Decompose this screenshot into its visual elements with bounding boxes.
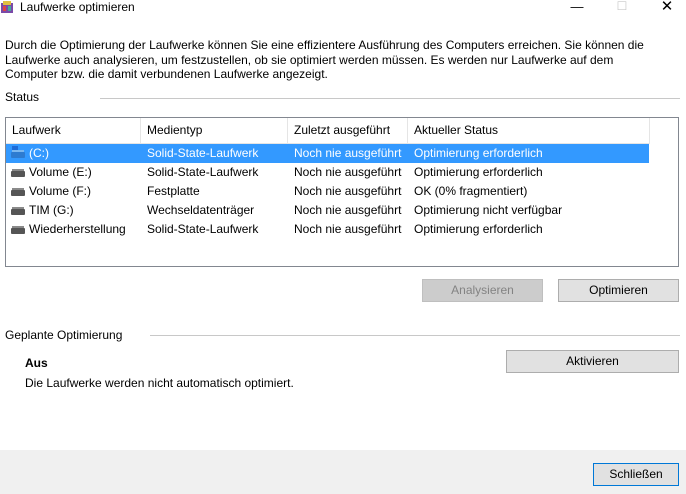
status-section-label: Status [5, 90, 40, 104]
drive-name: (C:) [29, 146, 49, 160]
drive-status: Optimierung erforderlich [414, 165, 543, 179]
optimize-button[interactable]: Optimieren [558, 279, 679, 302]
drive-status: Optimierung erforderlich [414, 222, 543, 236]
drive-last-run: Noch nie ausgeführt [294, 165, 402, 179]
drive-icon [11, 226, 25, 234]
column-header-media-type[interactable]: Medientyp [141, 118, 288, 143]
drive-name: Volume (E:) [29, 165, 92, 179]
column-header-last-run[interactable]: Zuletzt ausgeführt [288, 118, 408, 143]
drive-media-type: Solid-State-Laufwerk [147, 146, 259, 160]
drive-name: TIM (G:) [29, 203, 74, 217]
drive-last-run: Noch nie ausgeführt [294, 222, 402, 236]
schedule-section-label: Geplante Optimierung [5, 328, 123, 342]
drive-icon [11, 188, 25, 196]
activate-button[interactable]: Aktivieren [506, 350, 679, 373]
drive-status: Optimierung erforderlich [414, 146, 543, 160]
maximize-button[interactable]: ☐ [610, 0, 634, 16]
drive-row-c[interactable]: (C:) Solid-State-Laufwerk Noch nie ausge… [6, 144, 649, 163]
window-title: Laufwerke optimieren [20, 0, 135, 14]
drive-icon [11, 169, 25, 177]
drives-list-header: Laufwerk Medientyp Zuletzt ausgeführt Ak… [6, 118, 650, 144]
drive-media-type: Solid-State-Laufwerk [147, 165, 259, 179]
drive-last-run: Noch nie ausgeführt [294, 184, 402, 198]
drive-media-type: Wechseldatenträger [147, 203, 255, 217]
drive-media-type: Festplatte [147, 184, 200, 198]
column-header-current-status[interactable]: Aktueller Status [408, 118, 650, 143]
drive-media-type: Solid-State-Laufwerk [147, 222, 259, 236]
drive-row-e[interactable]: Volume (E:) Solid-State-Laufwerk Noch ni… [6, 163, 649, 182]
defrag-app-icon [1, 1, 13, 13]
minimize-button[interactable]: — [565, 0, 589, 16]
column-header-drive[interactable]: Laufwerk [6, 118, 141, 143]
drive-status: OK (0% fragmentiert) [414, 184, 528, 198]
drive-icon [11, 207, 25, 215]
status-separator [100, 98, 680, 99]
schedule-separator [150, 335, 680, 336]
schedule-state: Aus [25, 356, 48, 370]
drive-name: Volume (F:) [29, 184, 92, 198]
title-bar: Laufwerke optimieren — ☐ ✕ [0, 0, 686, 16]
drive-row-recovery[interactable]: Wiederherstellung Solid-State-Laufwerk N… [6, 220, 649, 239]
drive-last-run: Noch nie ausgeführt [294, 203, 402, 217]
drive-status: Optimierung nicht verfügbar [414, 203, 563, 217]
drive-row-f[interactable]: Volume (F:) Festplatte Noch nie ausgefüh… [6, 182, 649, 201]
close-window-button[interactable]: ✕ [655, 0, 679, 16]
drive-name: Wiederherstellung [29, 222, 126, 236]
description-text: Durch die Optimierung der Laufwerke könn… [5, 38, 644, 82]
analyze-button[interactable]: Analysieren [422, 279, 543, 302]
drives-list[interactable]: Laufwerk Medientyp Zuletzt ausgeführt Ak… [5, 117, 679, 267]
drive-row-g[interactable]: TIM (G:) Wechseldatenträger Noch nie aus… [6, 201, 649, 220]
schedule-detail: Die Laufwerke werden nicht automatisch o… [25, 376, 294, 390]
close-button[interactable]: Schließen [593, 463, 679, 486]
footer-bar: Schließen [0, 450, 686, 494]
system-drive-icon [11, 146, 25, 158]
drive-last-run: Noch nie ausgeführt [294, 146, 402, 160]
